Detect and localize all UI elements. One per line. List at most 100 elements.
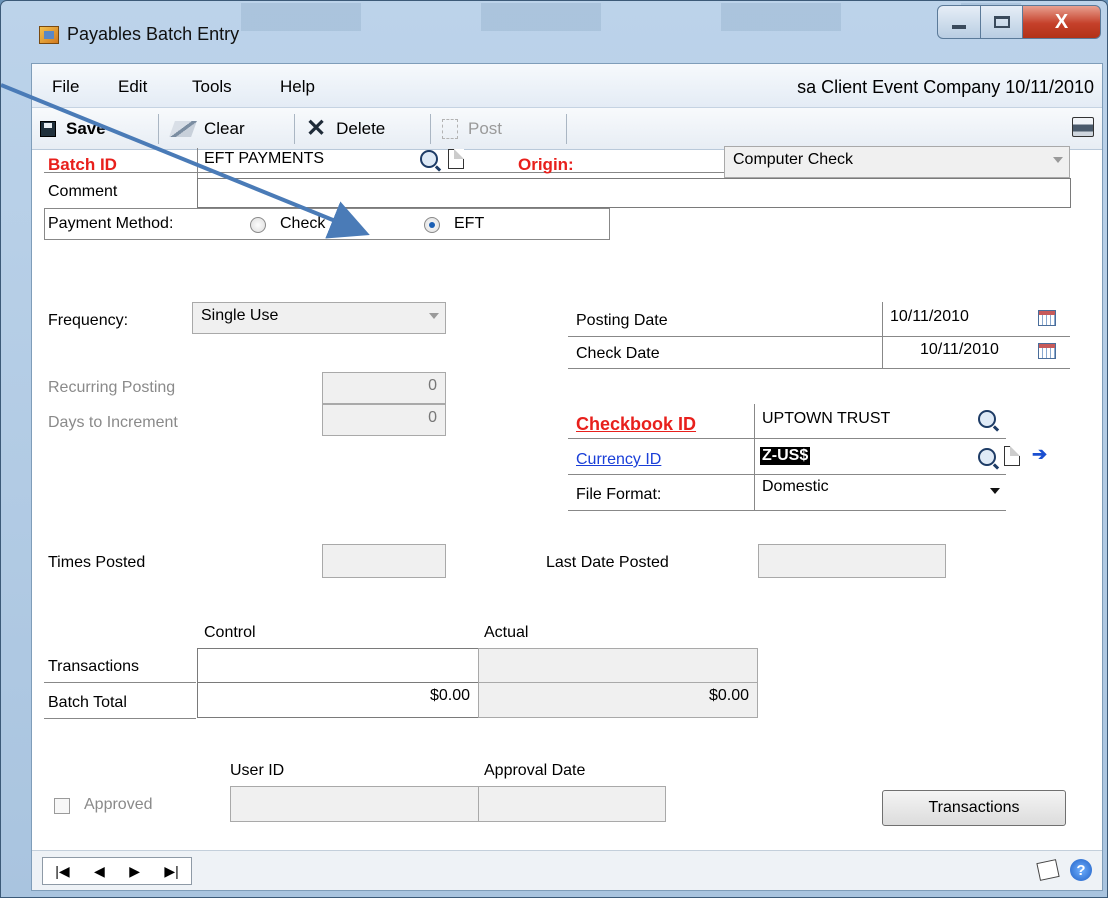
batch-total-control-field[interactable]: $0.00	[197, 682, 479, 718]
file-format-value: Domestic	[762, 478, 829, 495]
currency-expand-arrow-icon[interactable]: ➔	[1032, 444, 1047, 465]
delete-label: Delete	[336, 119, 386, 138]
delete-x-icon: ✕	[306, 115, 327, 142]
approved-checkbox[interactable]	[54, 798, 70, 814]
origin-label: Origin:	[518, 155, 574, 174]
transactions-actual-field[interactable]	[478, 648, 758, 683]
currency-id-label[interactable]: Currency ID	[576, 451, 661, 469]
minimize-button[interactable]	[937, 5, 981, 39]
help-icon[interactable]: ?	[1070, 859, 1092, 881]
window-title: Payables Batch Entry	[67, 24, 240, 44]
approval-date-field[interactable]	[478, 786, 666, 822]
user-id-field[interactable]	[230, 786, 480, 822]
post-icon	[442, 119, 458, 139]
print-icon[interactable]	[1072, 117, 1094, 137]
last-date-posted-field[interactable]	[758, 544, 946, 578]
eraser-icon	[169, 121, 197, 137]
chevron-down-icon	[990, 488, 1000, 494]
menu-help[interactable]: Help	[280, 77, 315, 97]
checkbook-lookup-icon[interactable]	[978, 410, 996, 428]
approved-label: Approved	[84, 796, 153, 813]
posting-date-calendar-icon[interactable]	[1038, 310, 1056, 326]
payment-eft-label: EFT	[454, 215, 485, 232]
days-to-increment-field[interactable]: 0	[322, 404, 446, 436]
user-id-label: User ID	[230, 762, 285, 779]
recurring-posting-label: Recurring Posting	[48, 379, 176, 396]
post-button[interactable]: Post	[442, 117, 502, 141]
maximize-button[interactable]	[981, 5, 1023, 39]
clear-label: Clear	[204, 119, 245, 138]
checkbook-row	[568, 438, 1006, 439]
clear-button[interactable]: Clear	[169, 117, 245, 141]
record-navigation: |◀ ◀ ▶ ▶|	[42, 857, 192, 885]
close-icon: X	[1054, 10, 1069, 33]
transactions-control-field[interactable]	[197, 648, 479, 683]
comment-field[interactable]	[197, 178, 1071, 208]
date-column-divider	[882, 302, 883, 368]
menu-tools[interactable]: Tools	[192, 77, 232, 97]
batch-total-actual-value: $0.00	[708, 687, 749, 704]
batch-total-actual-field[interactable]: $0.00	[478, 682, 758, 718]
file-format-dropdown[interactable]: Domestic	[754, 474, 1006, 508]
delete-button[interactable]: ✕ Delete	[306, 117, 385, 141]
checkbook-id-label[interactable]: Checkbook ID	[576, 414, 696, 435]
app-icon	[39, 26, 59, 44]
actual-header: Actual	[484, 624, 529, 641]
menu-file[interactable]: File	[52, 77, 79, 97]
toolbar-separator	[294, 114, 295, 144]
window-client-area: File Edit Tools Help sa Client Event Com…	[31, 63, 1103, 891]
payment-method-label: Payment Method:	[48, 215, 174, 232]
times-posted-field[interactable]	[322, 544, 446, 578]
chevron-down-icon	[429, 313, 439, 319]
last-date-posted-label: Last Date Posted	[546, 554, 669, 571]
transactions-button-label: Transactions	[928, 799, 1020, 816]
save-label: Save	[66, 119, 106, 138]
days-to-increment-value: 0	[428, 409, 437, 426]
payment-check-label: Check	[280, 215, 326, 232]
payables-batch-entry-window: Payables Batch Entry X File Edit Tools H…	[0, 0, 1108, 898]
title-bar[interactable]: Payables Batch Entry X	[1, 1, 1107, 61]
batch-total-label: Batch Total	[48, 694, 127, 711]
menu-bar: File Edit Tools Help sa Client Event Com…	[32, 64, 1102, 108]
payment-eft-radio[interactable]	[424, 217, 440, 233]
note-icon[interactable]	[1036, 859, 1060, 881]
first-record-icon[interactable]: |◀	[55, 863, 69, 880]
check-date-field[interactable]: 10/11/2010	[920, 341, 999, 359]
next-record-icon[interactable]: ▶	[129, 863, 140, 880]
batch-lookup-icon[interactable]	[420, 150, 438, 168]
batch-id-label: Batch ID	[48, 155, 117, 174]
maximize-icon	[993, 16, 1010, 28]
toolbar-separator	[158, 114, 159, 144]
batch-id-field[interactable]: EFT PAYMENTS	[204, 150, 324, 168]
payment-check-radio[interactable]	[250, 217, 266, 233]
toolbar: Save Clear ✕ Delete Post	[32, 108, 1102, 150]
last-record-icon[interactable]: ▶|	[164, 863, 178, 880]
posting-date-row	[568, 336, 1070, 337]
times-posted-label: Times Posted	[48, 554, 146, 571]
days-to-increment-label: Days to Increment	[48, 414, 178, 431]
recurring-posting-field[interactable]: 0	[322, 372, 446, 404]
save-button[interactable]: Save	[40, 117, 106, 141]
post-label: Post	[468, 119, 503, 138]
checkbook-id-field[interactable]: UPTOWN TRUST	[762, 410, 890, 428]
check-date-calendar-icon[interactable]	[1038, 343, 1056, 359]
chevron-down-icon	[1053, 157, 1063, 163]
menu-edit[interactable]: Edit	[118, 77, 147, 97]
close-button[interactable]: X	[1023, 5, 1101, 39]
file-format-row	[568, 510, 1006, 511]
minimize-icon	[952, 25, 966, 29]
transactions-button[interactable]: Transactions	[882, 790, 1066, 826]
posting-date-field[interactable]: 10/11/2010	[890, 308, 969, 326]
check-date-label: Check Date	[576, 345, 660, 362]
batch-note-icon[interactable]	[448, 149, 464, 169]
frequency-dropdown[interactable]: Single Use	[192, 302, 446, 334]
origin-dropdown[interactable]: Computer Check	[724, 146, 1070, 178]
previous-record-icon[interactable]: ◀	[94, 863, 105, 880]
recurring-posting-value: 0	[428, 377, 437, 394]
save-icon	[40, 121, 56, 137]
origin-value: Computer Check	[733, 151, 854, 168]
currency-note-icon[interactable]	[1004, 446, 1020, 466]
approval-date-label: Approval Date	[484, 762, 586, 779]
currency-id-field[interactable]: Z-US$	[760, 447, 811, 465]
currency-lookup-icon[interactable]	[978, 448, 996, 466]
